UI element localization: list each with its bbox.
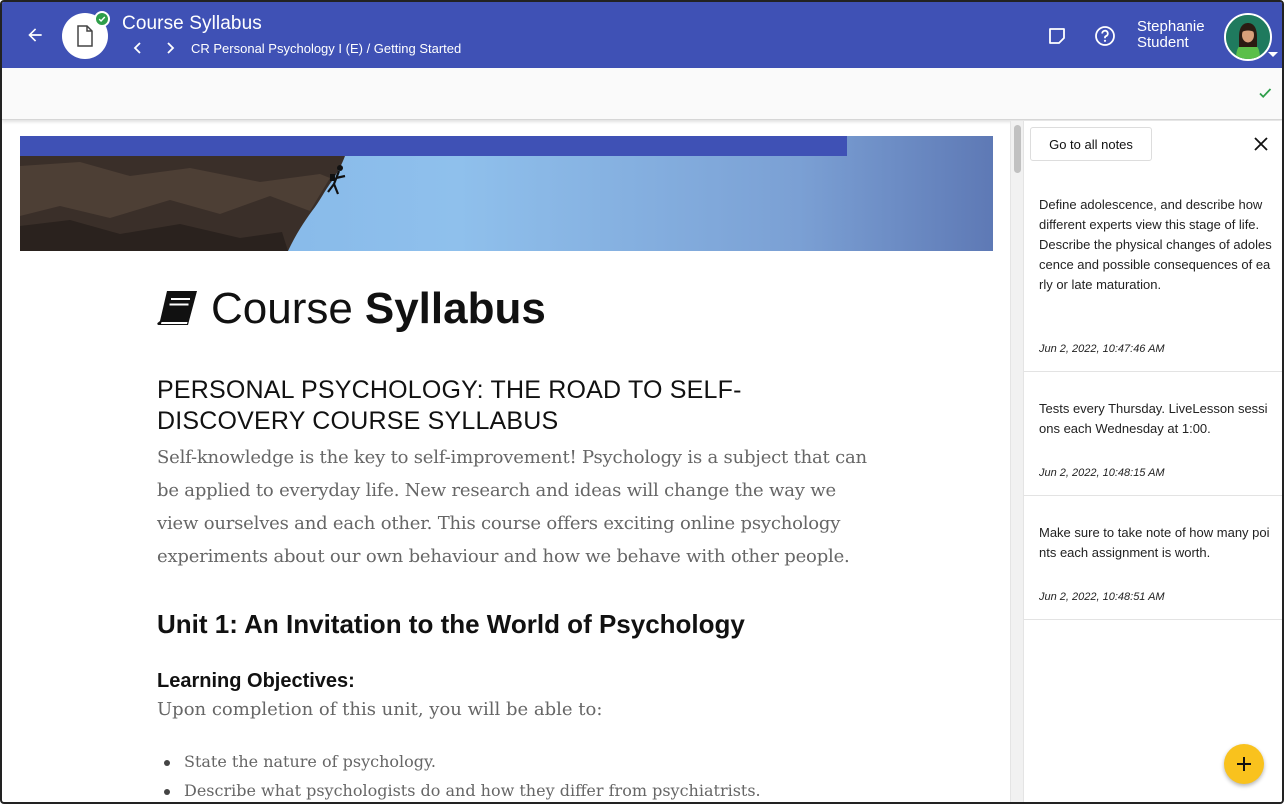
list-item: Describe what psychologists do and how t… [162, 780, 761, 802]
back-button[interactable] [22, 22, 48, 48]
banner-image [20, 136, 993, 251]
list-item: State the nature of psychology. [162, 751, 761, 780]
app-bar: Course Syllabus CR Personal Psychology I… [2, 2, 1282, 68]
banner-stripe [20, 136, 847, 156]
note-date: Jun 2, 2022, 10:47:46 AM [1039, 343, 1165, 355]
note-item[interactable]: Make sure to take note of how many point… [1024, 496, 1282, 620]
note-item[interactable]: Define adolescence, and describe how dif… [1024, 171, 1282, 372]
user-avatar-icon [1226, 15, 1270, 59]
close-notes-button[interactable] [1250, 133, 1272, 155]
add-note-button[interactable] [1224, 744, 1264, 784]
chevron-right-icon [167, 42, 175, 54]
note-item[interactable]: Tests every Thursday. LiveLesson session… [1024, 372, 1282, 496]
help-button[interactable] [1092, 23, 1118, 49]
toolbar [2, 68, 1282, 120]
main-content: Course Syllabus PERSONAL PSYCHOLOGY: THE… [2, 121, 1010, 802]
next-page-button[interactable] [161, 39, 179, 57]
arrow-left-icon [28, 28, 42, 42]
unit-heading: Unit 1: An Invitation to the World of Ps… [157, 609, 745, 639]
note-date: Jun 2, 2022, 10:48:15 AM [1039, 467, 1165, 479]
title-light: Course [211, 284, 353, 333]
go-to-all-notes-button[interactable]: Go to all notes [1030, 127, 1152, 161]
avatar[interactable] [1224, 13, 1272, 61]
main-scrollbar[interactable] [1010, 121, 1024, 802]
chevron-left-icon [133, 42, 141, 54]
page-title: Course Syllabus [122, 13, 262, 34]
check-icon [98, 16, 106, 23]
user-menu-caret-icon[interactable] [1268, 52, 1278, 57]
course-heading: PERSONAL PSYCHOLOGY: THE ROAD TO SELF-DI… [157, 376, 742, 435]
saved-check-icon [1259, 88, 1272, 98]
note-text: Define adolescence, and describe how dif… [1039, 197, 1272, 292]
course-intro: Self-knowledge is the key to self-improv… [157, 447, 867, 567]
breadcrumb[interactable]: CR Personal Psychology I (E) / Getting S… [191, 41, 461, 56]
completed-badge [94, 11, 110, 27]
sticky-note-icon [1049, 28, 1065, 44]
scrollbar-thumb[interactable] [1014, 125, 1021, 173]
plus-icon [1237, 757, 1251, 771]
document-icon [77, 25, 93, 47]
title-bold: Syllabus [364, 284, 546, 333]
user-last-name: Student [1137, 34, 1189, 51]
book-icon [157, 291, 197, 325]
notes-panel: Go to all notes Define adolescence, and … [1024, 121, 1282, 802]
objectives-heading: Learning Objectives: [157, 670, 355, 692]
note-text: Tests every Thursday. LiveLesson session… [1039, 401, 1268, 436]
app-window: Course Syllabus CR Personal Psychology I… [0, 0, 1284, 804]
help-circle-icon [1095, 26, 1115, 46]
objectives-intro: Upon completion of this unit, you will b… [157, 699, 603, 720]
user-name[interactable]: Stephanie Student [1137, 19, 1205, 51]
close-icon [1254, 137, 1268, 151]
note-text: Make sure to take note of how many point… [1039, 525, 1270, 560]
previous-page-button[interactable] [129, 39, 147, 57]
syllabus-title: Course Syllabus [157, 284, 546, 334]
objectives-list: State the nature of psychology. Describe… [162, 751, 761, 802]
climber-illustration [20, 156, 346, 251]
user-first-name: Stephanie [1137, 18, 1205, 35]
notes-button[interactable] [1045, 24, 1069, 48]
note-date: Jun 2, 2022, 10:48:51 AM [1039, 591, 1165, 603]
